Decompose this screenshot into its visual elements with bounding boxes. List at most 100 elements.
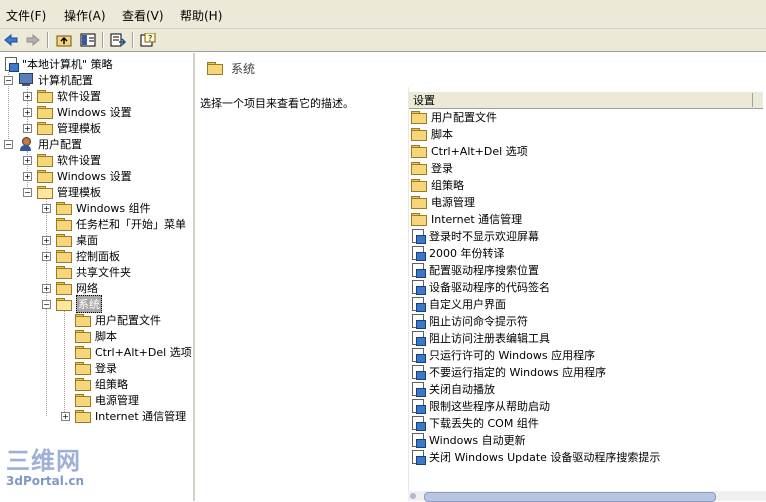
menu-help[interactable]: 帮助(H) [180,7,222,24]
folder-icon [75,393,91,407]
expand-toggle[interactable]: + [42,284,51,293]
list-folder-item[interactable]: 组策略 [411,177,464,193]
tree-item-system[interactable]: 系统 [56,294,102,313]
description-text: 选择一个项目来查看它的描述。 [200,97,354,110]
tree-item-control-panel[interactable]: 控制面板 [56,248,120,263]
list-folder-item[interactable]: Internet 通信管理 [411,211,522,227]
policy-setting-icon [411,229,426,244]
collapse-toggle[interactable]: − [4,76,13,85]
tree-item-root[interactable]: "本地计算机" 策略 [4,56,113,72]
policy-setting-icon [411,348,426,363]
policy-setting-icon [411,399,426,414]
collapse-toggle[interactable]: − [4,140,13,149]
tree-item-sys-user-profiles[interactable]: 用户配置文件 [75,312,161,327]
show-hide-tree-icon[interactable] [79,31,97,48]
list-folder-item[interactable]: Ctrl+Alt+Del 选项 [411,143,528,159]
tree-item-cc-windows[interactable]: Windows 设置 [37,104,132,119]
folder-icon [56,249,72,263]
tree-item-sys-group-policy[interactable]: 组策略 [75,376,128,391]
tree-item-sys-power[interactable]: 电源管理 [75,392,139,407]
menu-view[interactable]: 查看(V) [122,7,164,24]
tree-item-uc-software[interactable]: 软件设置 [37,152,101,167]
tree-item-cc-admin[interactable]: 管理模板 [37,120,101,135]
back-icon[interactable] [3,31,19,48]
list-item-label: 只运行许可的 Windows 应用程序 [429,349,596,362]
folder-icon [411,111,427,124]
policy-setting-icon [411,297,426,312]
expand-toggle[interactable]: + [61,412,70,421]
expand-toggle[interactable]: + [23,92,32,101]
help-icon[interactable]: ? [139,31,157,48]
list-setting-item[interactable]: 下载丢失的 COM 组件 [411,415,539,431]
list-item-label: 自定义用户界面 [429,298,506,311]
policy-setting-icon [411,280,426,295]
list-setting-item[interactable]: Windows 自动更新 [411,432,526,448]
collapse-toggle[interactable]: − [42,300,51,309]
column-header-settings[interactable]: 设置 [409,91,763,109]
list-setting-item[interactable]: 关闭自动播放 [411,381,495,397]
tree-item-sys-scripts[interactable]: 脚本 [75,328,117,343]
list-item-label: 组策略 [431,179,464,192]
list-folder-item[interactable]: 用户配置文件 [411,109,497,125]
list-setting-item[interactable]: 关闭 Windows Update 设备驱动程序搜索提示 [411,449,660,465]
collapse-toggle[interactable]: − [23,188,32,197]
list-item-label: 阻止访问命令提示符 [429,315,528,328]
watermark-url: 3dPortal.cn [6,474,85,488]
list-setting-item[interactable]: 阻止访问注册表编辑工具 [411,330,550,346]
horizontal-scrollbar[interactable] [408,491,766,502]
folder-icon [207,62,223,75]
list-folder-item[interactable]: 电源管理 [411,194,475,210]
column-divider[interactable] [752,93,753,107]
tree-label: 电源管理 [95,393,139,407]
expand-toggle[interactable]: + [23,108,32,117]
tree-item-taskbar[interactable]: 任务栏和「开始」菜单 [56,216,186,231]
list-setting-item[interactable]: 只运行许可的 Windows 应用程序 [411,347,595,363]
list-folder-item[interactable]: 登录 [411,160,453,176]
list-setting-item[interactable]: 不要运行指定的 Windows 应用程序 [411,364,606,380]
policy-setting-icon [411,246,426,261]
list-setting-item[interactable]: 限制这些程序从帮助启动 [411,398,550,414]
details-header: 系统 [195,53,766,83]
tree-label: Windows 设置 [57,105,132,119]
expand-toggle[interactable]: + [42,236,51,245]
list-setting-item[interactable]: 自定义用户界面 [411,296,506,312]
list-setting-item[interactable]: 设备驱动程序的代码签名 [411,279,550,295]
list-setting-item[interactable]: 阻止访问命令提示符 [411,313,528,329]
folder-icon [75,313,91,327]
menu-action[interactable]: 操作(A) [64,7,106,24]
tree-item-uc-windows[interactable]: Windows 设置 [37,168,132,183]
tree-item-windows-components[interactable]: Windows 组件 [56,200,151,215]
menu-file[interactable]: 文件(F) [6,7,46,24]
details-pane: 系统 选择一个项目来查看它的描述。 设置 用户配置文件 脚本 Ctrl+Alt+De… [195,53,766,502]
expand-toggle[interactable]: + [42,252,51,261]
tree-item-cc-software[interactable]: 软件设置 [37,88,101,103]
column-header-label: 设置 [413,94,435,107]
tree-item-network[interactable]: 网络 [56,280,98,295]
expand-toggle[interactable]: + [23,172,32,181]
open-folder-icon [37,185,53,199]
tree-item-uc-admin[interactable]: 管理模板 [37,184,101,199]
list-setting-item[interactable]: 登录时不显示欢迎屏幕 [411,228,539,244]
list-folder-item[interactable]: 脚本 [411,126,453,142]
tree-item-user-config[interactable]: 用户配置 [18,136,82,151]
list-item-label: Internet 通信管理 [431,213,523,226]
expand-toggle[interactable]: + [42,204,51,213]
export-list-icon[interactable] [109,31,127,48]
scroll-left-button[interactable] [410,493,416,499]
expand-toggle[interactable]: + [23,124,32,133]
list-setting-item[interactable]: 2000 年份转译 [411,245,505,261]
list-setting-item[interactable]: 配置驱动程序搜索位置 [411,262,539,278]
tree-item-sys-logon[interactable]: 登录 [75,360,117,375]
tree-pane: "本地计算机" 策略 − 计算机配置 + 软件设置 + Windows 设置 +… [0,53,195,501]
tree-item-computer-config[interactable]: 计算机配置 [18,72,93,87]
tree-item-shared-folders[interactable]: 共享文件夹 [56,264,131,279]
tree-item-sys-internet[interactable]: Internet 通信管理 [75,408,186,423]
up-folder-icon[interactable] [55,31,73,48]
tree-item-desktop[interactable]: 桌面 [56,232,98,247]
list-item-label: Windows 自动更新 [429,434,526,447]
expand-toggle[interactable]: + [23,156,32,165]
folder-icon [56,233,72,247]
tree-item-sys-ctrl-alt-del[interactable]: Ctrl+Alt+Del 选项 [75,344,192,359]
forward-icon[interactable] [25,31,41,48]
user-icon [18,136,34,151]
